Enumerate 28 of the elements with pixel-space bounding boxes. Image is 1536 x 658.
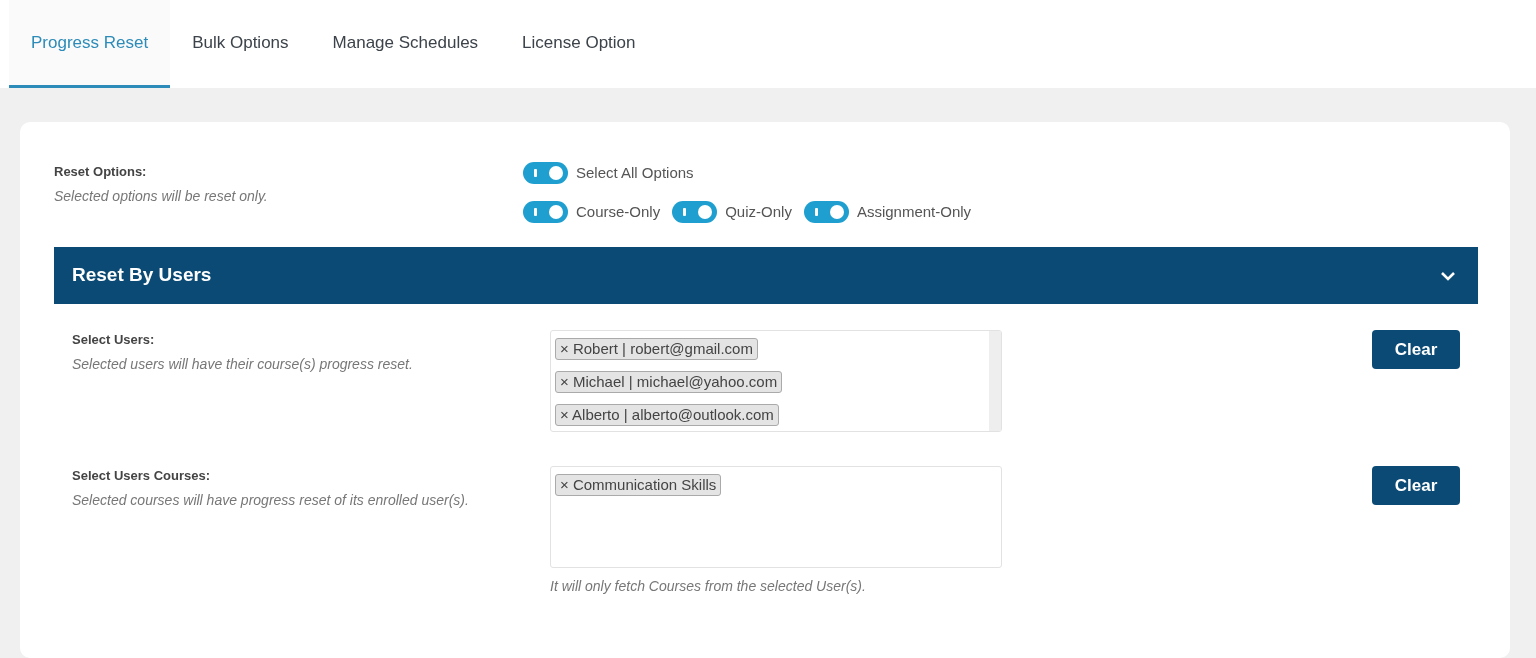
- chevron-down-icon[interactable]: [1440, 270, 1456, 281]
- reset-options-label: Reset Options:: [54, 163, 148, 181]
- toggle-switch[interactable]: [523, 162, 568, 185]
- toggle-label: Assignment-Only: [856, 201, 972, 222]
- tab[interactable]: Progress Reset: [9, 0, 171, 88]
- toggle-switch[interactable]: [672, 200, 718, 223]
- selected-tag[interactable]: × Robert | robert@gmail.com: [555, 338, 758, 360]
- clear-button[interactable]: Clear: [1372, 330, 1460, 369]
- toggle-switch[interactable]: [523, 200, 568, 223]
- field-hint: Selected users will have their course(s) progress reset.: [72, 354, 414, 374]
- field-label: Select Users:: [72, 331, 156, 349]
- panel-title: Reset By Users: [72, 263, 212, 288]
- clear-button[interactable]: Clear: [1372, 466, 1460, 505]
- toggle-label: Course-Only: [576, 201, 661, 222]
- multi-select-field[interactable]: × Robert | robert@gmail.com × Michael | michael@yahoo.com × Alberto | alberto@outlook.com: [550, 330, 1002, 432]
- scrollbar[interactable]: [989, 331, 1001, 431]
- toggle-switch[interactable]: [803, 200, 849, 223]
- selected-tag[interactable]: × Communication Skills: [555, 474, 722, 496]
- field-label: Select Users Courses:: [72, 467, 211, 485]
- selected-tag[interactable]: × Michael | michael@yahoo.com: [555, 371, 783, 393]
- panel-header[interactable]: Reset By Users: [54, 247, 1478, 304]
- multi-select-field[interactable]: × Communication Skills: [550, 466, 1002, 568]
- reset-options-hint: Selected options will be reset only.: [54, 186, 269, 206]
- toggle-label: Quiz-Only: [725, 201, 792, 222]
- field-note: It will only fetch Courses from the selected User(s).: [550, 577, 867, 596]
- selected-tag[interactable]: × Alberto | alberto@outlook.com: [555, 404, 779, 426]
- toggle-label: Select All Options: [576, 163, 694, 183]
- field-hint: Selected courses will have progress reset of its enrolled user(s).: [72, 490, 470, 510]
